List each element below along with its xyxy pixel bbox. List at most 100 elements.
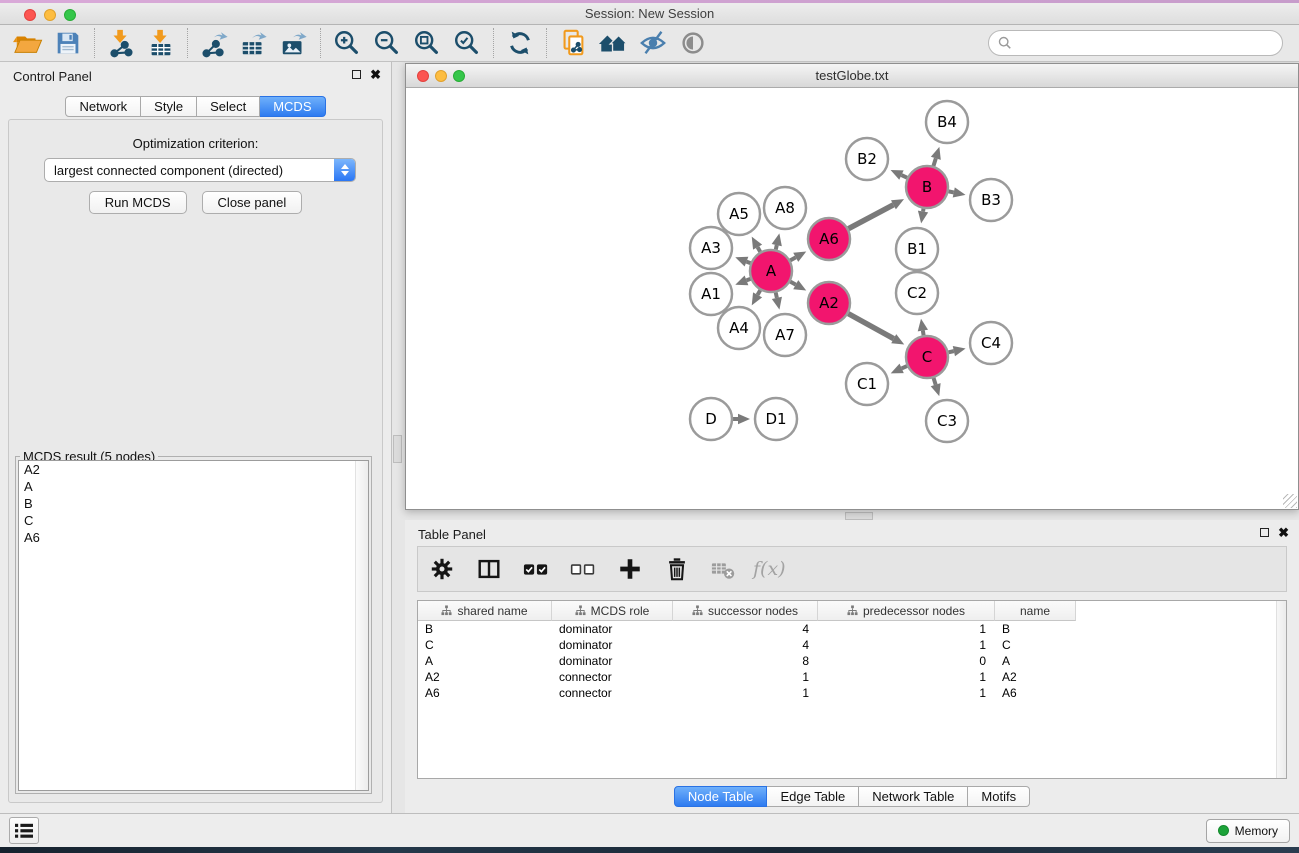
column-header-shared-name[interactable]: shared name [418,601,552,621]
table-cell[interactable]: 1 [818,685,995,701]
graph-node-B3[interactable]: B3 [970,179,1012,221]
column-header-MCDS-role[interactable]: MCDS role [552,601,673,621]
zoom-window-button[interactable] [64,9,76,21]
graph-edge-C-C4[interactable] [948,346,965,356]
tab-network[interactable]: Network [65,96,141,117]
table-cell[interactable]: 8 [673,653,818,669]
network-canvas[interactable]: B4B2BB3A5A8A6B1A3AA1C2A2A4A7C4CC1C3DD1 [406,89,1298,509]
graph-edge-A-A7[interactable] [772,292,782,309]
memory-button[interactable]: Memory [1206,819,1290,843]
mcds-result-item[interactable]: A6 [19,529,368,546]
float-table-panel-icon[interactable] [1260,528,1269,537]
graph-node-A6[interactable]: A6 [808,218,850,260]
graph-edge-A-A1[interactable] [735,276,750,286]
table-cell[interactable]: 1 [818,637,995,653]
table-cell[interactable]: 1 [818,669,995,685]
graph-edge-A-A6[interactable] [790,252,806,262]
table-scrollbar-track[interactable] [1276,601,1286,778]
graph-edge-A-A3[interactable] [735,257,750,267]
tab-select[interactable]: Select [197,96,260,117]
graph-edge-C-C1[interactable] [891,364,907,374]
criterion-dropdown[interactable]: largest connected component (directed) [44,158,356,182]
table-cell[interactable]: 0 [818,653,995,669]
select-all-button[interactable] [518,551,554,587]
table-cell[interactable]: A [418,653,552,669]
graph-node-C[interactable]: C [906,336,948,378]
mcds-result-item[interactable]: A2 [19,461,368,478]
graph-edge-B-B4[interactable] [931,147,941,166]
graph-node-C4[interactable]: C4 [970,322,1012,364]
close-panel-button[interactable]: Close panel [202,191,303,214]
mcds-result-item[interactable]: C [19,512,368,529]
add-column-button[interactable] [612,551,648,587]
export-network-button[interactable] [194,27,234,59]
node-table[interactable]: shared nameMCDS rolesuccessor nodesprede… [417,600,1287,779]
graph-node-B2[interactable]: B2 [846,138,888,180]
table-row[interactable]: A6connector11A6 [418,685,1286,701]
graph-edge-A-A5[interactable] [752,237,762,252]
run-mcds-button[interactable]: Run MCDS [89,191,187,214]
table-cell[interactable]: connector [552,669,673,685]
table-cell[interactable]: B [995,621,1076,637]
close-network-button[interactable] [417,70,429,82]
zoom-selected-button[interactable] [447,27,487,59]
graph-node-D1[interactable]: D1 [755,398,797,440]
zoom-network-button[interactable] [453,70,465,82]
delete-column-button[interactable] [659,551,695,587]
table-cell[interactable]: connector [552,685,673,701]
table-cell[interactable]: B [418,621,552,637]
graph-edge-B-B1[interactable] [918,209,928,224]
graph-edge-C-C3[interactable] [931,378,941,396]
refresh-button[interactable] [500,27,540,59]
graph-edge-A2-C[interactable] [848,314,904,345]
graph-edge-A-A2[interactable] [790,280,806,290]
close-window-button[interactable] [24,9,36,21]
table-row[interactable]: Cdominator41C [418,637,1286,653]
home-button[interactable] [593,27,633,59]
graph-node-C3[interactable]: C3 [926,400,968,442]
graph-node-A5[interactable]: A5 [718,193,760,235]
graph-node-A3[interactable]: A3 [690,227,732,269]
table-row[interactable]: Adominator80A [418,653,1286,669]
table-cell[interactable]: 1 [673,669,818,685]
export-image-button[interactable] [274,27,314,59]
import-network-button[interactable] [101,27,141,59]
function-builder-button[interactable]: f(x) [753,551,786,587]
minimize-window-button[interactable] [44,9,56,21]
graph-node-C1[interactable]: C1 [846,363,888,405]
graph-node-A2[interactable]: A2 [808,282,850,324]
table-row[interactable]: A2connector11A2 [418,669,1286,685]
close-table-panel-icon[interactable]: ✖ [1278,527,1289,538]
table-cell[interactable]: dominator [552,637,673,653]
table-cell[interactable]: A6 [995,685,1076,701]
zoom-in-button[interactable] [327,27,367,59]
hide-graphics-details-button[interactable] [633,27,673,59]
table-cell[interactable]: C [995,637,1076,653]
graph-node-B4[interactable]: B4 [926,101,968,143]
graph-node-A4[interactable]: A4 [718,307,760,349]
table-cell[interactable]: 1 [673,685,818,701]
tab-node-table[interactable]: Node Table [674,786,768,807]
destroy-table-button[interactable] [706,551,742,587]
resize-grip-icon[interactable] [1283,494,1297,508]
tab-network-table[interactable]: Network Table [859,786,968,807]
tab-style[interactable]: Style [141,96,197,117]
show-eye-button[interactable] [673,27,713,59]
table-cell[interactable]: A6 [418,685,552,701]
horizontal-splitter-handle[interactable] [845,512,873,520]
graph-node-A1[interactable]: A1 [690,273,732,315]
minimize-network-button[interactable] [435,70,447,82]
graph-node-C2[interactable]: C2 [896,272,938,314]
table-cell[interactable]: A2 [418,669,552,685]
graph-edge-C-C2[interactable] [918,319,928,336]
column-header-name[interactable]: name [995,601,1076,621]
table-cell[interactable]: 4 [673,637,818,653]
graph-node-A[interactable]: A [750,250,792,292]
network-graph[interactable]: B4B2BB3A5A8A6B1A3AA1C2A2A4A7C4CC1C3DD1 [406,89,1298,509]
graph-edge-A-A4[interactable] [752,290,762,305]
graph-edge-B-B2[interactable] [891,170,908,180]
graph-edge-B-B3[interactable] [949,187,966,197]
vertical-splitter-handle[interactable] [393,435,402,463]
task-history-button[interactable] [9,817,39,844]
column-header-successor-nodes[interactable]: successor nodes [673,601,818,621]
